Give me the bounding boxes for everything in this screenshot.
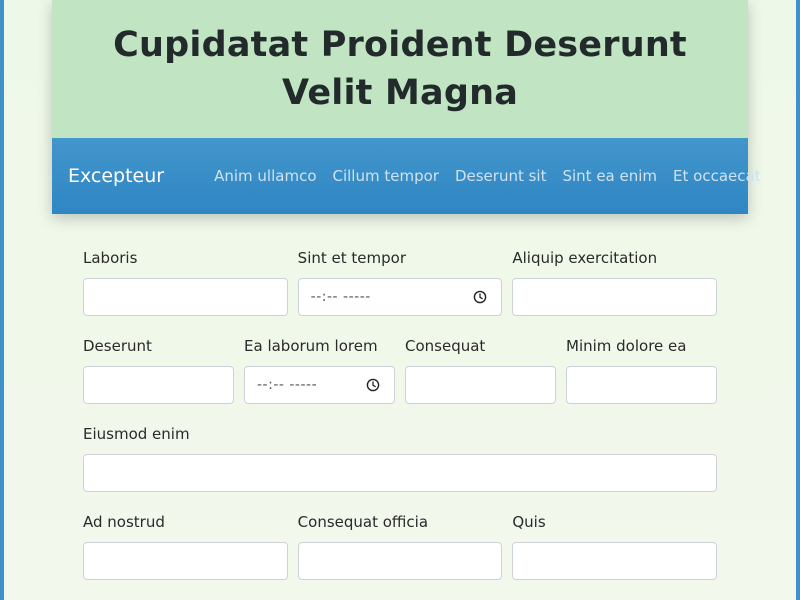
page-header: Cupidatat Proident Deserunt Velit Magna <box>52 0 748 138</box>
field-consequat-officia: Consequat officia <box>297 512 503 580</box>
text-input[interactable] <box>83 454 717 492</box>
field-deserunt: Deserunt <box>83 336 234 404</box>
field-label: Ad nostrud <box>83 513 165 531</box>
text-input[interactable] <box>566 366 717 404</box>
field-label: Ea laborum lorem <box>244 337 378 355</box>
form-row-1: Laboris Sint et tempor --:-- ----- Aliqu… <box>83 248 718 316</box>
field-label: Quis <box>512 513 546 531</box>
field-ad-nostrud: Ad nostrud <box>83 512 288 580</box>
nav-link-sint-ea-enim[interactable]: Sint ea enim <box>562 167 657 185</box>
field-label: Consequat <box>405 337 486 355</box>
clock-icon[interactable] <box>366 378 380 392</box>
form-row-3: Eiusmod enim <box>83 424 717 492</box>
clock-icon[interactable] <box>473 290 487 304</box>
text-input[interactable] <box>83 542 288 580</box>
navbar: Excepteur Anim ullamco Cillum tempor Des… <box>52 138 761 214</box>
nav-link-cillum-tempor[interactable]: Cillum tempor <box>333 167 439 185</box>
field-consequat: Consequat <box>405 336 556 404</box>
field-label: Laboris <box>83 249 138 267</box>
field-eiusmod-enim: Eiusmod enim <box>83 424 717 492</box>
time-placeholder: --:-- ----- <box>310 289 371 305</box>
field-sint-et-tempor: Sint et tempor --:-- ----- <box>297 248 503 316</box>
field-label: Aliquip exercitation <box>512 249 658 267</box>
text-input[interactable] <box>405 366 556 404</box>
field-label: Sint et tempor <box>297 249 406 267</box>
nav-link-deserunt-sit[interactable]: Deserunt sit <box>455 167 547 185</box>
field-quis: Quis <box>512 512 718 580</box>
page-title: Cupidatat Proident Deserunt Velit Magna <box>113 25 687 113</box>
field-label: Consequat officia <box>297 513 429 531</box>
form: Laboris Sint et tempor --:-- ----- Aliqu… <box>83 248 718 600</box>
field-minim-dolore-ea: Minim dolore ea <box>566 336 717 404</box>
nav-link-anim-ullamco[interactable]: Anim ullamco <box>214 167 316 185</box>
text-input[interactable] <box>512 542 718 580</box>
hero-card: Cupidatat Proident Deserunt Velit Magna … <box>52 0 761 214</box>
time-input[interactable]: --:-- ----- <box>244 366 395 404</box>
field-label: Minim dolore ea <box>566 337 687 355</box>
field-laboris: Laboris <box>83 248 288 316</box>
page-background: Cupidatat Proident Deserunt Velit Magna … <box>4 0 796 600</box>
nav-link-et-occaecat[interactable]: Et occaecat <box>673 167 761 185</box>
text-input[interactable] <box>83 278 288 316</box>
text-input[interactable] <box>83 366 234 404</box>
time-input[interactable]: --:-- ----- <box>297 278 503 316</box>
time-placeholder: --:-- ----- <box>257 377 318 393</box>
navbar-brand[interactable]: Excepteur <box>68 165 164 187</box>
text-input[interactable] <box>297 542 503 580</box>
field-aliquip-exercitation: Aliquip exercitation <box>512 248 718 316</box>
field-ea-laborum-lorem: Ea laborum lorem --:-- ----- <box>244 336 395 404</box>
text-input[interactable] <box>512 278 718 316</box>
form-row-2: Deserunt Ea laborum lorem --:-- ----- Co… <box>83 336 717 404</box>
field-label: Deserunt <box>83 337 152 355</box>
field-label: Eiusmod enim <box>83 425 190 443</box>
form-row-4: Ad nostrud Consequat officia Quis <box>83 512 718 580</box>
nav-links: Anim ullamco Cillum tempor Deserunt sit … <box>214 167 760 185</box>
